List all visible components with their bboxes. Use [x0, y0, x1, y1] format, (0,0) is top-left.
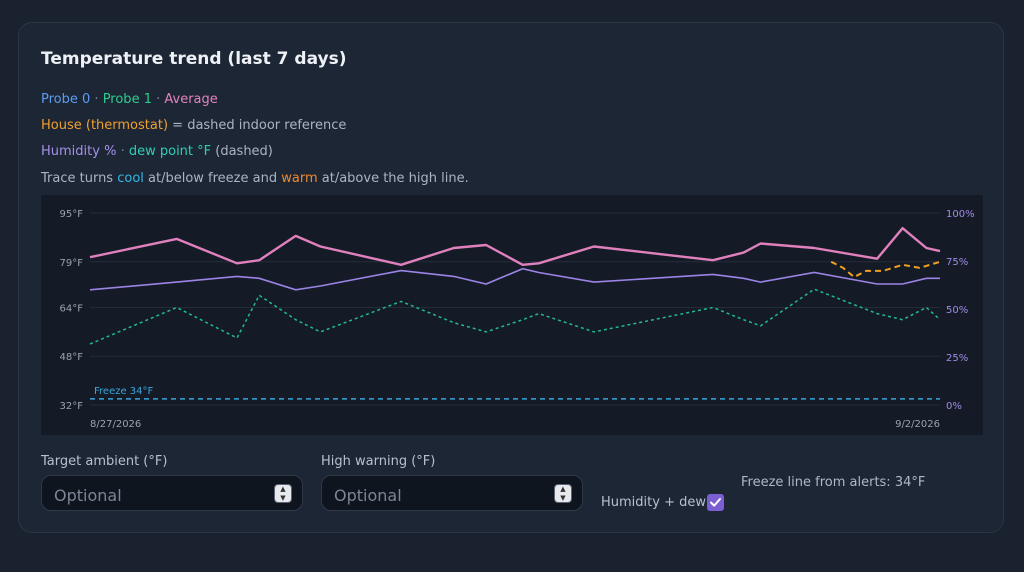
legend-dew-desc: (dashed): [211, 144, 273, 159]
legend-separator: ·: [151, 92, 165, 107]
y-left-tick-label: 79°F: [60, 258, 84, 269]
high-warning-label: High warning (°F): [321, 454, 436, 469]
freeze-line-note: Freeze line from alerts: 34°F: [741, 475, 926, 490]
y-right-tick-label: 25%: [946, 353, 968, 364]
temperature-chart: 95°F 79°F 64°F 48°F 32°F 100% 75% 50% 25% 0% 8/27/…: [60, 209, 975, 430]
chevron-down-icon[interactable]: ▼: [275, 494, 291, 502]
y-right-tick-label: 0%: [946, 401, 962, 412]
y-left-tick-label: 64°F: [60, 303, 84, 314]
checkmark-icon: [710, 498, 721, 507]
x-tick-label: 8/27/2026: [90, 419, 141, 430]
legend-house: House (thermostat) = dashed indoor refer…: [41, 118, 346, 133]
y-right-tick-label: 100%: [946, 209, 975, 220]
high-warning-stepper[interactable]: ▲ ▼: [554, 484, 572, 503]
y-right-tick-label: 75%: [946, 257, 968, 268]
legend-separator: ·: [116, 144, 129, 159]
y-left-tick-label: 32°F: [60, 401, 84, 412]
legend-house-label: House (thermostat): [41, 118, 169, 133]
humidity-series-line: [89, 267, 940, 291]
average-series-line: [89, 227, 941, 267]
trace-prefix: Trace turns: [41, 171, 118, 186]
trace-suffix: at/above the high line.: [317, 171, 469, 186]
card-title: Temperature trend (last 7 days): [41, 49, 347, 69]
house-thermostat-series-line: [830, 260, 941, 279]
legend-trace-note: Trace turns cool at/below freeze and war…: [41, 171, 469, 186]
legend-house-desc: = dashed indoor reference: [168, 118, 347, 133]
target-ambient-stepper[interactable]: ▲ ▼: [274, 484, 292, 503]
legend-humidity: Humidity % · dew point °F (dashed): [41, 144, 273, 159]
trace-warm: warm: [281, 171, 318, 186]
target-ambient-input[interactable]: [52, 483, 256, 507]
target-ambient-label: Target ambient (°F): [41, 454, 168, 469]
y-right-tick-label: 50%: [946, 305, 968, 316]
y-left-tick-label: 48°F: [60, 352, 84, 363]
humidity-toggle-label[interactable]: Humidity + dew: [601, 495, 706, 510]
trace-cool: cool: [117, 171, 144, 186]
y-left-tick-label: 95°F: [60, 209, 84, 220]
humidity-toggle-checkbox[interactable]: [707, 494, 724, 511]
dew-point-series-line: [89, 288, 941, 345]
target-ambient-field[interactable]: ▲ ▼: [41, 475, 303, 511]
chevron-up-icon[interactable]: ▲: [555, 485, 571, 493]
chevron-down-icon[interactable]: ▼: [555, 494, 571, 502]
legend-probes: Probe 0 · Probe 1 · Average: [41, 92, 218, 107]
high-warning-field[interactable]: ▲ ▼: [321, 475, 583, 511]
legend-separator: ·: [90, 92, 103, 107]
chart-plot-area: 95°F 79°F 64°F 48°F 32°F 100% 75% 50% 25% 0% 8/27/…: [41, 195, 983, 435]
legend-probe1: Probe 1: [102, 92, 152, 107]
high-warning-input[interactable]: [332, 483, 536, 507]
chevron-up-icon[interactable]: ▲: [275, 485, 291, 493]
x-tick-label: 9/2/2026: [895, 419, 940, 430]
temperature-trend-card: Temperature trend (last 7 days) Probe 0 …: [18, 22, 1004, 533]
trace-mid: at/below freeze and: [143, 171, 282, 186]
legend-average: Average: [164, 92, 218, 107]
legend-probe0: Probe 0: [41, 92, 91, 107]
freeze-threshold-label: Freeze 34°F: [94, 386, 154, 397]
legend-dew-label: dew point °F: [128, 144, 212, 159]
legend-humidity-label: Humidity %: [41, 144, 117, 159]
